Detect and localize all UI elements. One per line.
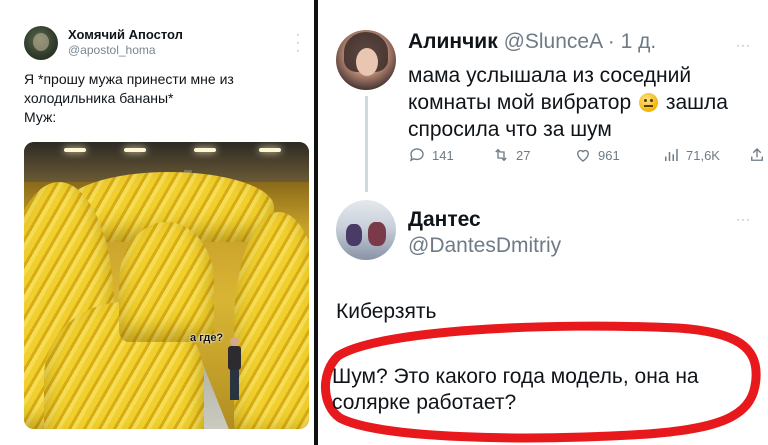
retweet-count: 27 [516,147,531,163]
tweet-text-line: Муж: [24,109,57,125]
views-chart-icon [665,149,678,161]
like-button[interactable]: 961 [574,146,620,164]
more-horizontal-icon[interactable]: ··· [736,38,751,52]
reply-author-name[interactable]: Дантес [408,208,481,232]
share-icon [751,148,763,161]
views-button[interactable]: 71,6K [662,146,720,164]
reply-count: 141 [432,147,454,163]
reply-author-avatar[interactable] [336,200,396,260]
author-avatar[interactable] [24,26,58,60]
author-name[interactable]: Хомячий Апостол [68,27,183,42]
reply-icon [409,148,424,162]
ceiling-light [64,148,86,152]
tweet-text-line: спросила что за шум [408,118,612,141]
author-handle[interactable]: @apostol_homa [68,43,156,57]
tweet-text-line: холодильника бананы* [24,90,174,106]
retweet-icon [495,148,507,162]
tweet-text-line: мама услышала из соседний [408,64,692,87]
author-handle[interactable]: @SlunceA [504,30,602,53]
tweet-text-segment: зашла [665,91,728,114]
ceiling-light [124,148,146,152]
like-count: 961 [598,147,620,163]
tweet-text-line: комнаты мой вибратор зашла [408,89,758,116]
author-avatar[interactable] [336,30,396,90]
share-button[interactable] [748,146,766,164]
tweet-text: мама услышала из соседний комнаты мой ви… [408,62,758,143]
reply-text-line: Шум? Это какого года модель, она на [332,365,699,388]
reply-button[interactable]: 141 [408,146,454,164]
reply-text-line: солярке работает? [332,391,517,414]
tweet-actions: 141 27 961 71,6K [408,146,768,168]
tweet-header: Алинчик @SlunceA · 1 д. [408,30,656,54]
author-name[interactable]: Алинчик [408,30,498,53]
ceiling-light [194,148,216,152]
banana-pile [234,212,309,429]
image-caption: а где? [190,332,224,344]
neutral-face-emoji-icon [638,93,658,112]
left-tweet-screenshot: Хомячий Апостол @apostol_homa · · · Я *про… [0,0,314,445]
reply-author-handle[interactable]: @DantesDmitriy [408,234,561,258]
right-tweet-screenshot: Алинчик @SlunceA · 1 д. ··· мама услышал… [318,0,768,445]
thread-connector [365,96,368,192]
retweet-button[interactable]: 27 [492,146,530,164]
more-horizontal-icon[interactable]: ··· [736,212,751,226]
views-count: 71,6K [686,147,720,163]
man-figure [227,337,241,407]
tweet-time[interactable]: · 1 д. [608,30,656,53]
reply-text: Шум? Это какого года модель, она на соля… [332,364,752,416]
tweet-text: Я *прошу мужа принести мне из холодильни… [24,70,304,127]
heart-icon [577,149,589,162]
tweet-image-banana-warehouse[interactable]: а где? [24,142,309,429]
ceiling-light [259,148,281,152]
tweet-text-segment: комнаты мой вибратор [408,91,632,114]
tweet-text-line: Я *прошу мужа принести мне из [24,71,234,87]
banana-pile [119,222,214,342]
more-vertical-icon[interactable]: · · · [296,28,300,56]
